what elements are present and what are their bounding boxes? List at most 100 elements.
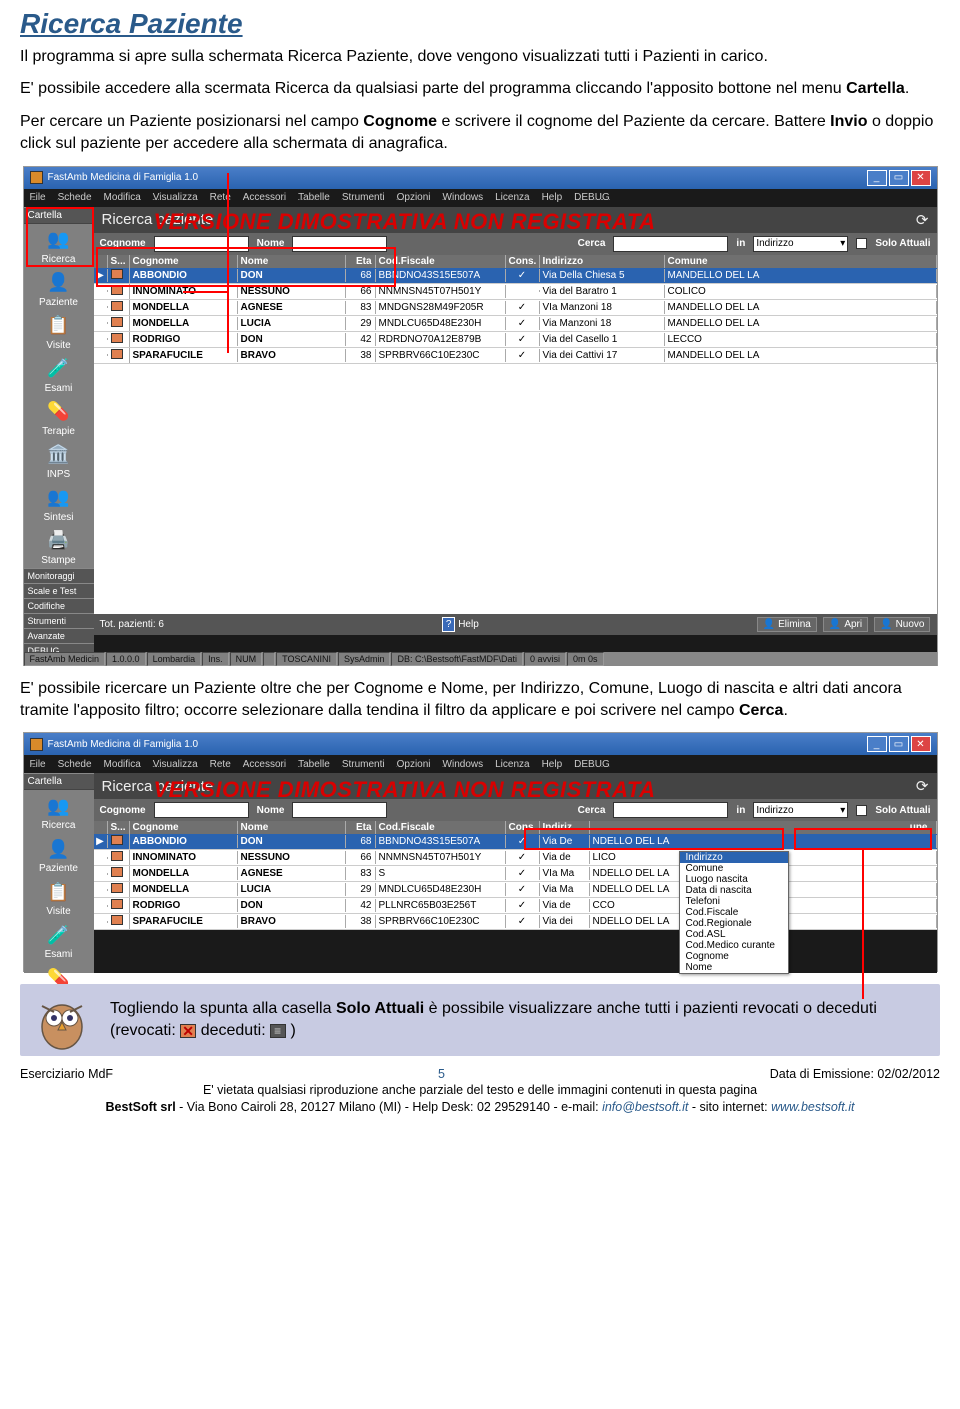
dropdown-option[interactable]: Cod.Fiscale bbox=[680, 907, 788, 918]
menu-rete[interactable]: Rete bbox=[210, 759, 231, 770]
dropdown-option[interactable]: Cod.Medico curante bbox=[680, 940, 788, 951]
table-row[interactable]: ▶ABBONDIODON68BBNDNO43S15E507A✓Via DeNDE… bbox=[94, 834, 937, 850]
sidebar-terapie[interactable]: 💊Terapie bbox=[24, 396, 94, 439]
filter-select[interactable]: Indirizzo▾ bbox=[753, 236, 848, 252]
solo-attuali-checkbox[interactable]: ✓ bbox=[856, 238, 867, 249]
solo-attuali-checkbox[interactable]: ✓ bbox=[856, 805, 867, 816]
filter-dropdown[interactable]: IndirizzoComuneLuogo nascitaData di nasc… bbox=[679, 851, 789, 974]
dropdown-option[interactable]: Data di nascita bbox=[680, 885, 788, 896]
menu-strumenti[interactable]: Strumenti bbox=[342, 759, 385, 770]
menu-help[interactable]: Help bbox=[542, 759, 563, 770]
minimize-button[interactable]: _ bbox=[867, 170, 887, 186]
menu-visualizza[interactable]: Visualizza bbox=[153, 759, 198, 770]
sidebar-visite[interactable]: 📋Visite bbox=[24, 876, 94, 919]
elimina-button[interactable]: 👤Elimina bbox=[757, 617, 817, 632]
menu-schede[interactable]: Schede bbox=[58, 759, 92, 770]
chevron-down-icon: ▾ bbox=[840, 238, 845, 249]
close-button[interactable]: ✕ bbox=[911, 170, 931, 186]
table-row[interactable]: MONDELLALUCIA29MNDLCU65D48E230H✓Via Manz… bbox=[94, 316, 937, 332]
sidebar-section-cartella[interactable]: Cartella bbox=[24, 773, 94, 790]
refresh-icon[interactable]: ⟳ bbox=[916, 777, 929, 795]
table-row[interactable]: RODRIGODON42PLLNRC65B03E256T✓Via deCCO bbox=[94, 898, 937, 914]
sidebar-mini-strumenti[interactable]: Strumenti bbox=[24, 613, 94, 628]
maximize-button[interactable]: ▭ bbox=[889, 736, 909, 752]
cerca-input[interactable] bbox=[613, 802, 728, 818]
menu-file[interactable]: File bbox=[30, 192, 46, 203]
table-row[interactable]: RODRIGODON42RDRDNO70A12E879B✓Via del Cas… bbox=[94, 332, 937, 348]
sidebar-ricerca[interactable]: 👥Ricerca bbox=[24, 790, 94, 833]
menu-opzioni[interactable]: Opzioni bbox=[397, 192, 431, 203]
menu-schede[interactable]: Schede bbox=[58, 192, 92, 203]
sidebar-visite[interactable]: 📋Visite bbox=[24, 310, 94, 353]
menu-accessori[interactable]: Accessori bbox=[243, 759, 286, 770]
menu-help[interactable]: Help bbox=[542, 192, 563, 203]
table-row[interactable]: ▶ABBONDIODON68BBNDNO43S15E507A✓Via Della… bbox=[94, 268, 937, 284]
sidebar-sintesi[interactable]: 👥Sintesi bbox=[24, 482, 94, 525]
sidebar-stampe[interactable]: 🖨️Stampe bbox=[24, 525, 94, 568]
dropdown-option[interactable]: Cod.Regionale bbox=[680, 918, 788, 929]
sidebar-mini-avanzate[interactable]: Avanzate bbox=[24, 628, 94, 643]
table-row[interactable]: INNOMINATONESSUNO66NNMNSN45T07H501Y✓Via … bbox=[94, 850, 937, 866]
apri-button[interactable]: 👤Apri bbox=[823, 617, 868, 632]
help-button[interactable]: ? bbox=[442, 617, 456, 632]
sidebar-mini-monitoraggi[interactable]: Monitoraggi bbox=[24, 568, 94, 583]
menu-windows[interactable]: Windows bbox=[443, 192, 484, 203]
menu-tabelle[interactable]: Tabelle bbox=[298, 192, 330, 203]
menu-opzioni[interactable]: Opzioni bbox=[397, 759, 431, 770]
menu-licenza[interactable]: Licenza bbox=[495, 192, 529, 203]
table-row[interactable]: MONDELLAAGNESE83S✓VIa MaNDELLO DEL LA bbox=[94, 866, 937, 882]
email-link[interactable]: info@bestsoft.it bbox=[602, 1100, 688, 1114]
sidebar-ricerca[interactable]: 👥Ricerca bbox=[24, 224, 94, 267]
menu-bar[interactable]: FileSchedeModificaVisualizzaReteAccessor… bbox=[24, 189, 937, 207]
close-button[interactable]: ✕ bbox=[911, 736, 931, 752]
stampe-icon: 🖨️ bbox=[47, 529, 71, 553]
menu-debug[interactable]: DEBUG bbox=[574, 759, 610, 770]
filter-select[interactable]: Indirizzo▾ bbox=[753, 802, 848, 818]
cognome-input[interactable] bbox=[154, 802, 249, 818]
refresh-icon[interactable]: ⟳ bbox=[916, 211, 929, 229]
nome-input[interactable] bbox=[292, 236, 387, 252]
table-row[interactable]: MONDELLALUCIA29MNDLCU65D48E230H✓Via MaND… bbox=[94, 882, 937, 898]
menu-accessori[interactable]: Accessori bbox=[243, 192, 286, 203]
menu-strumenti[interactable]: Strumenti bbox=[342, 192, 385, 203]
dropdown-option[interactable]: Luogo nascita bbox=[680, 874, 788, 885]
table-row[interactable]: MONDELLAAGNESE83MNDGNS28M49F205R✓VIa Man… bbox=[94, 300, 937, 316]
menu-licenza[interactable]: Licenza bbox=[495, 759, 529, 770]
sidebar-inps[interactable]: 🏛️INPS bbox=[24, 439, 94, 482]
cerca-input[interactable] bbox=[613, 236, 728, 252]
menu-visualizza[interactable]: Visualizza bbox=[153, 192, 198, 203]
visite-icon: 📋 bbox=[47, 314, 71, 338]
sidebar-mini-codifiche[interactable]: Codifiche bbox=[24, 598, 94, 613]
menu-modifica[interactable]: Modifica bbox=[104, 192, 141, 203]
dropdown-option[interactable]: Comune bbox=[680, 863, 788, 874]
menu-tabelle[interactable]: Tabelle bbox=[298, 759, 330, 770]
menu-windows[interactable]: Windows bbox=[443, 759, 484, 770]
menu-modifica[interactable]: Modifica bbox=[104, 759, 141, 770]
dropdown-option[interactable]: Indirizzo bbox=[680, 852, 788, 863]
sidebar-paziente[interactable]: 👤Paziente bbox=[24, 267, 94, 310]
table-row[interactable]: SPARAFUCILEBRAVO38SPRBRV66C10E230C✓Via d… bbox=[94, 348, 937, 364]
paziente-icon: 👤 bbox=[47, 271, 71, 295]
in-label: in bbox=[736, 805, 745, 816]
cognome-input[interactable] bbox=[154, 236, 249, 252]
dropdown-option[interactable]: Nome bbox=[680, 962, 788, 973]
dropdown-option[interactable]: Cognome bbox=[680, 951, 788, 962]
patient-grid[interactable]: S...CognomeNomeEtaCod.FiscaleCons.Indiri… bbox=[94, 821, 937, 930]
nome-input[interactable] bbox=[292, 802, 387, 818]
menu-debug[interactable]: DEBUG bbox=[574, 192, 610, 203]
sidebar-esami[interactable]: 🧪Esami bbox=[24, 353, 94, 396]
sidebar-paziente[interactable]: 👤Paziente bbox=[24, 833, 94, 876]
minimize-button[interactable]: _ bbox=[867, 736, 887, 752]
table-row[interactable]: SPARAFUCILEBRAVO38SPRBRV66C10E230C✓Via d… bbox=[94, 914, 937, 930]
nuovo-button[interactable]: 👤Nuovo bbox=[874, 617, 930, 632]
patient-grid[interactable]: S...CognomeNomeEtaCod.FiscaleCons.Indiri… bbox=[94, 255, 937, 614]
sidebar-esami[interactable]: 🧪Esami bbox=[24, 919, 94, 962]
dropdown-option[interactable]: Cod.ASL bbox=[680, 929, 788, 940]
menu-file[interactable]: File bbox=[30, 759, 46, 770]
sidebar-section-cartella[interactable]: Cartella bbox=[24, 207, 94, 224]
maximize-button[interactable]: ▭ bbox=[889, 170, 909, 186]
menu-bar[interactable]: File Schede Modifica Visualizza Rete Accessor… bbox=[24, 755, 937, 773]
dropdown-option[interactable]: Telefoni bbox=[680, 896, 788, 907]
sidebar-mini-scale-e-test[interactable]: Scale e Test bbox=[24, 583, 94, 598]
site-link[interactable]: www.bestsoft.it bbox=[771, 1100, 854, 1114]
